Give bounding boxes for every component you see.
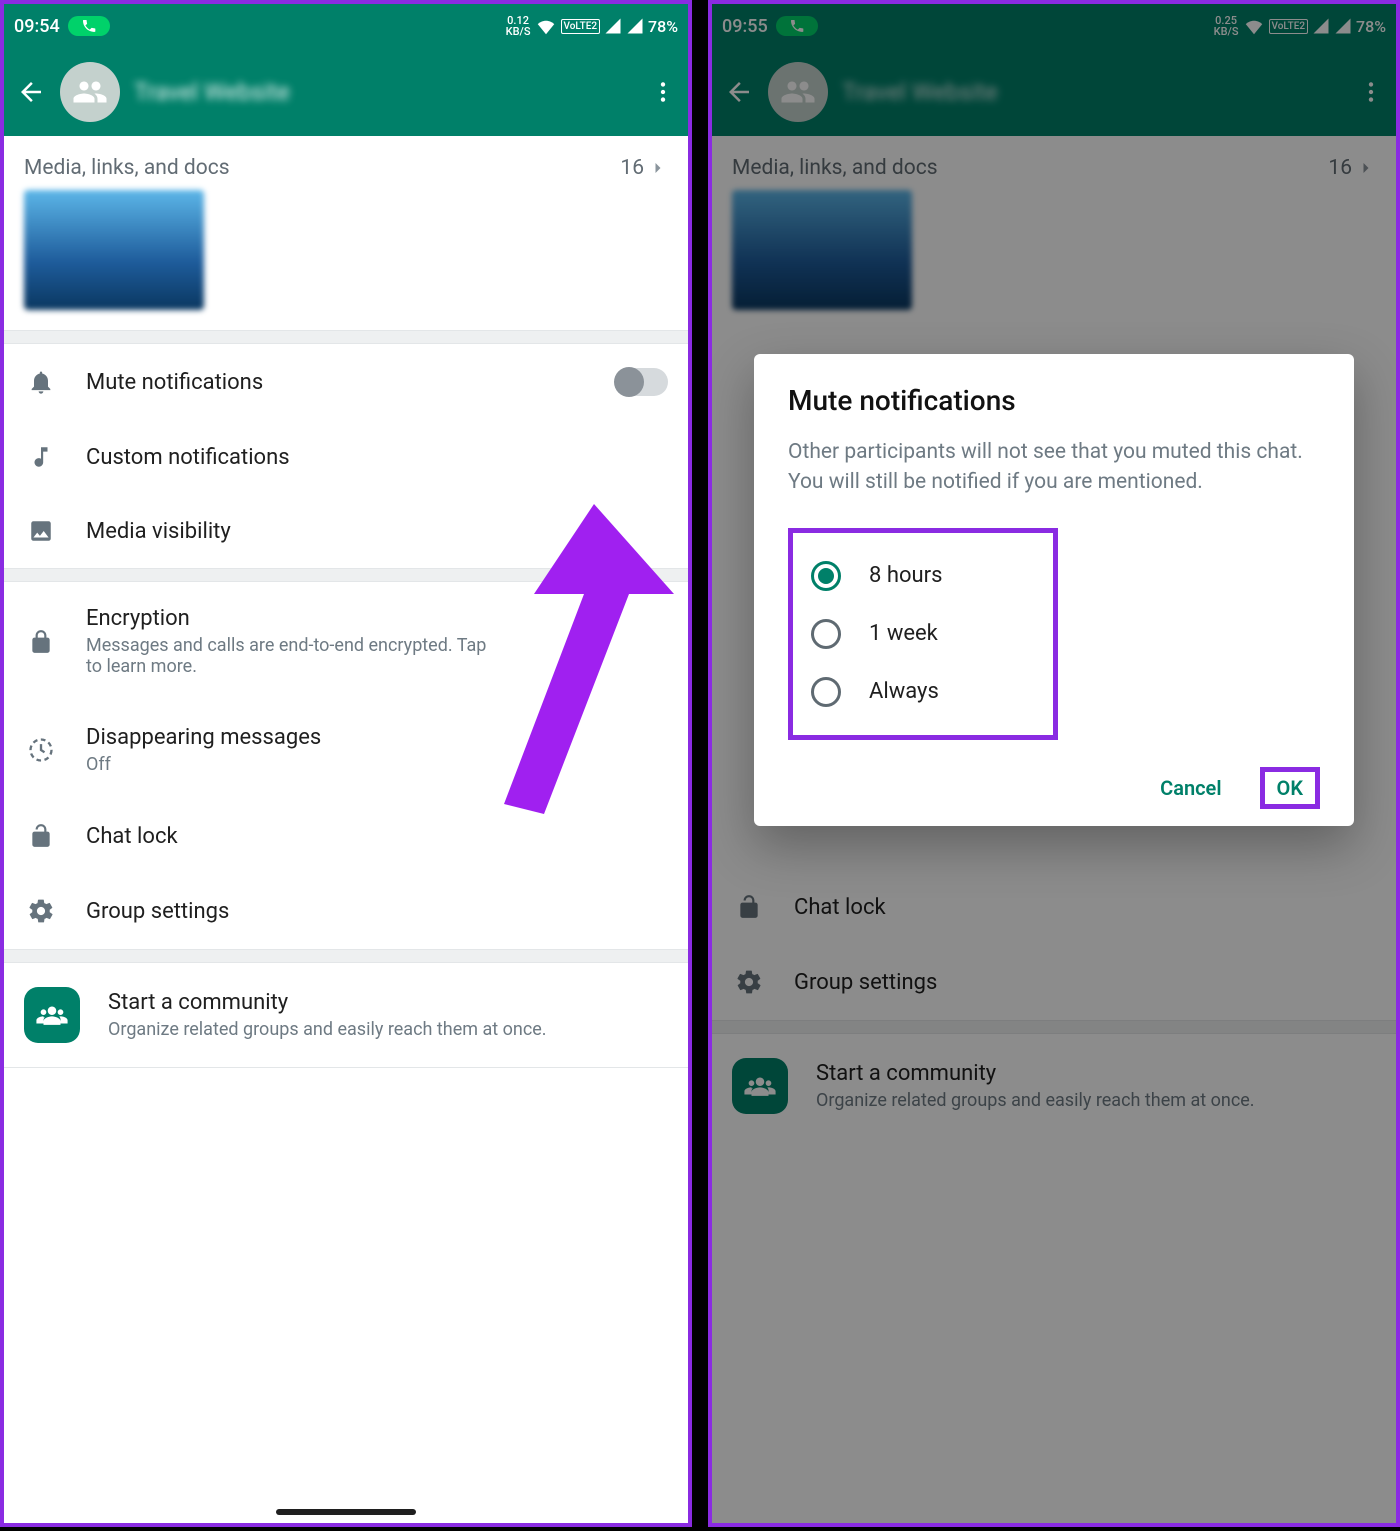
screenshot-left: 09:54 0.12KB/S VoLTE2 78% Travel Website xyxy=(0,0,692,1527)
mute-duration-options: 8 hours 1 week Always xyxy=(788,528,1058,740)
section-divider xyxy=(4,330,688,344)
section-divider xyxy=(4,949,688,963)
bell-icon xyxy=(24,368,58,396)
volte-icon: VoLTE2 xyxy=(561,19,601,34)
radio-icon xyxy=(811,619,841,649)
group-settings-row[interactable]: Group settings xyxy=(4,873,688,949)
image-icon xyxy=(24,518,58,544)
mute-label: Mute notifications xyxy=(86,370,588,395)
screenshot-right: 09:55 0.25KB/S VoLTE2 78% Travel Website xyxy=(708,0,1400,1527)
custom-label: Custom notifications xyxy=(86,445,668,470)
more-menu-button[interactable] xyxy=(650,79,676,105)
start-community-row[interactable]: Start a community Organize related group… xyxy=(4,963,688,1067)
chevron-right-icon xyxy=(648,158,668,178)
group-title[interactable]: Travel Website xyxy=(134,78,290,106)
back-button[interactable] xyxy=(16,77,46,107)
signal-icon-2 xyxy=(626,17,644,35)
dialog-title: Mute notifications xyxy=(788,384,1320,417)
dialog-body: Other participants will not see that you… xyxy=(788,437,1320,498)
encryption-sub: Messages and calls are end-to-end encryp… xyxy=(86,635,506,677)
ok-button[interactable]: OK xyxy=(1269,766,1311,810)
mute-toggle[interactable] xyxy=(616,368,668,396)
media-count: 16 xyxy=(620,156,644,180)
battery-text: 78% xyxy=(648,17,678,36)
music-note-icon xyxy=(24,444,58,470)
community-sub: Organize related groups and easily reach… xyxy=(108,1019,608,1040)
radio-8-hours[interactable]: 8 hours xyxy=(809,547,1037,605)
lock-icon xyxy=(24,629,58,655)
radio-selected-icon xyxy=(811,561,841,591)
group-avatar[interactable] xyxy=(60,62,120,122)
annotation-arrow xyxy=(474,504,674,824)
disappearing-sub: Off xyxy=(86,754,506,775)
mute-dialog: Mute notifications Other participants wi… xyxy=(754,354,1354,826)
gear-icon xyxy=(24,897,58,925)
radio-label: 1 week xyxy=(869,621,938,646)
community-title: Start a community xyxy=(108,990,668,1015)
radio-icon xyxy=(811,677,841,707)
call-indicator xyxy=(68,16,110,36)
mute-notifications-row[interactable]: Mute notifications xyxy=(4,344,688,420)
status-bar: 09:54 0.12KB/S VoLTE2 78% xyxy=(4,4,688,48)
padlock-icon xyxy=(24,823,58,849)
timer-icon xyxy=(24,736,58,764)
media-label: Media, links, and docs xyxy=(24,156,230,180)
app-bar: Travel Website xyxy=(4,48,688,136)
radio-always[interactable]: Always xyxy=(809,663,1037,721)
content-area: Media, links, and docs 16 Mute notificat… xyxy=(4,136,688,1523)
wifi-icon xyxy=(535,15,557,37)
radio-1-week[interactable]: 1 week xyxy=(809,605,1037,663)
nav-bar-handle xyxy=(276,1509,416,1515)
status-time: 09:54 xyxy=(14,16,60,37)
media-thumbnail[interactable] xyxy=(24,190,204,310)
group-settings-label: Group settings xyxy=(86,899,668,924)
radio-label: 8 hours xyxy=(869,563,942,588)
chat-lock-label: Chat lock xyxy=(86,824,668,849)
cancel-button[interactable]: Cancel xyxy=(1152,766,1229,810)
media-links-docs-row[interactable]: Media, links, and docs 16 xyxy=(24,136,668,190)
radio-label: Always xyxy=(869,679,939,704)
signal-icon xyxy=(604,17,622,35)
custom-notifications-row[interactable]: Custom notifications xyxy=(4,420,688,494)
community-icon xyxy=(24,987,80,1043)
